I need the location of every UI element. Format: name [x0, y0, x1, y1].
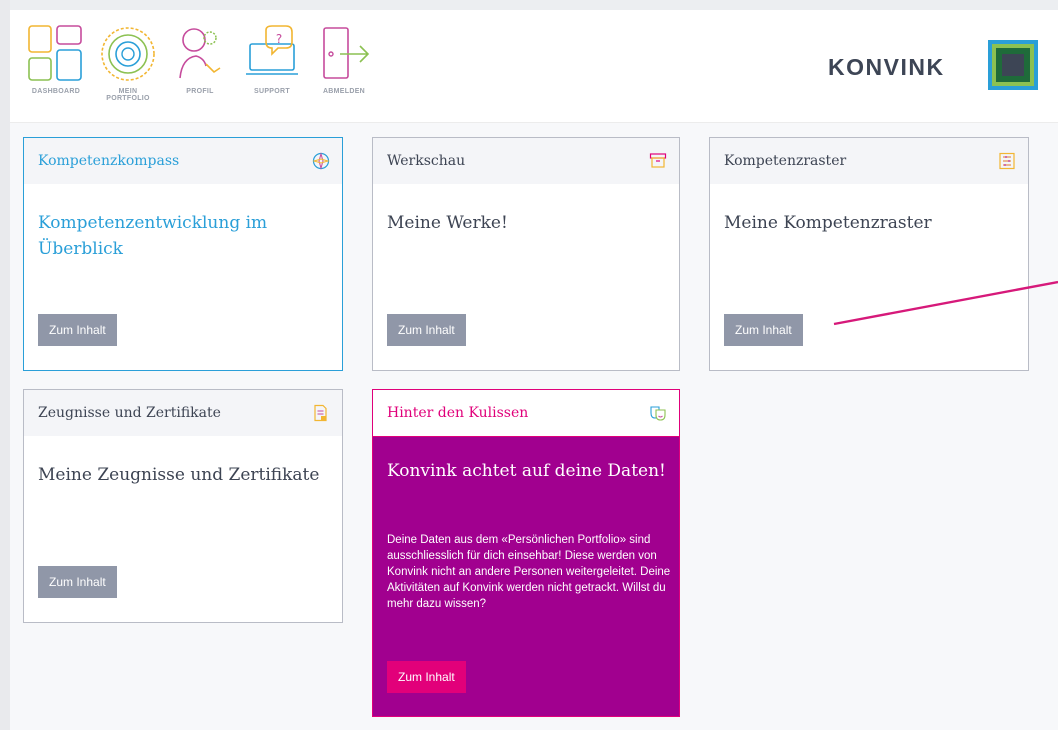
annotation-arrow — [833, 280, 1058, 326]
